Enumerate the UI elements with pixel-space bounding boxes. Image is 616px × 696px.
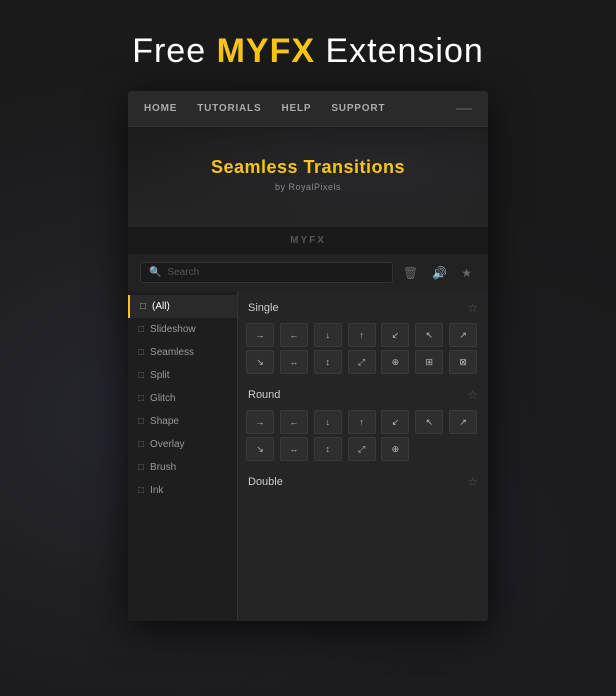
sidebar-item-glitch[interactable]: □ Glitch bbox=[128, 387, 237, 410]
audio-button[interactable]: 🔊 bbox=[428, 264, 451, 282]
delete-button[interactable]: 🗑 bbox=[399, 264, 422, 282]
hero-title: Seamless Transitions bbox=[148, 157, 468, 178]
section-title-round: Round bbox=[248, 389, 280, 401]
nav-dash[interactable]: — bbox=[456, 101, 472, 117]
transition-btn[interactable]: ↖ bbox=[415, 323, 443, 347]
search-icon: 🔍 bbox=[149, 267, 161, 278]
transition-btn[interactable]: ↙ bbox=[381, 323, 409, 347]
folder-icon-ink: □ bbox=[138, 485, 144, 496]
sidebar-item-brush[interactable]: □ Brush bbox=[128, 456, 237, 479]
nav-item-support[interactable]: SUPPORT bbox=[321, 91, 395, 126]
content-area: Single ☆ → ← ↓ ↑ ↙ ↖ ↗ ↘ ↔ ↕ ⤢ ⊕ ⊞ ⊠ bbox=[238, 291, 488, 621]
folder-icon-shape: □ bbox=[138, 416, 144, 427]
transition-btn[interactable]: ↙ bbox=[381, 410, 409, 434]
main-panel: HOME TUTORIALS HELP SUPPORT — Seamless T… bbox=[128, 91, 488, 621]
nav-item-help[interactable]: HELP bbox=[271, 91, 321, 126]
sidebar-label-split: Split bbox=[150, 370, 169, 381]
transition-btn[interactable]: ↔ bbox=[280, 350, 308, 374]
sidebar-item-seamless[interactable]: □ Seamless bbox=[128, 341, 237, 364]
section-header-double: Double ☆ bbox=[246, 475, 480, 489]
transition-grid-round: → ← ↓ ↑ ↙ ↖ ↗ ↘ ↔ ↕ ⤢ ⊕ bbox=[246, 410, 480, 461]
search-box[interactable]: 🔍 Search bbox=[140, 262, 393, 283]
transition-btn[interactable]: ↓ bbox=[314, 323, 342, 347]
hero-subtitle: by RoyalPixels bbox=[148, 182, 468, 192]
sidebar-label-shape: Shape bbox=[150, 416, 179, 427]
transition-btn[interactable]: ↖ bbox=[415, 410, 443, 434]
sidebar-item-overlay[interactable]: □ Overlay bbox=[128, 433, 237, 456]
folder-icon-brush: □ bbox=[138, 462, 144, 473]
page-header: Free MYFX Extension bbox=[0, 0, 616, 91]
brand-name: MYFX bbox=[217, 32, 315, 70]
toolbar: 🔍 Search 🗑 🔊 ★ bbox=[128, 254, 488, 291]
transition-btn[interactable]: ↗ bbox=[449, 410, 477, 434]
section-header-single: Single ☆ bbox=[246, 301, 480, 315]
transition-grid-single-row1: → ← ↓ ↑ ↙ ↖ ↗ ↘ ↔ ↕ ⤢ ⊕ ⊞ ⊠ bbox=[246, 323, 480, 374]
sidebar-label-glitch: Glitch bbox=[150, 393, 176, 404]
nav-item-tutorials[interactable]: TUTORIALS bbox=[187, 91, 271, 126]
transition-btn[interactable]: → bbox=[246, 410, 274, 434]
hero-section: Seamless Transitions by RoyalPixels bbox=[128, 127, 488, 227]
folder-icon-all: □ bbox=[140, 301, 146, 312]
myfx-label: MYFX bbox=[128, 227, 488, 254]
transition-btn[interactable]: ↑ bbox=[348, 410, 376, 434]
transition-btn[interactable]: ⤢ bbox=[348, 350, 376, 374]
section-star-round[interactable]: ☆ bbox=[467, 388, 478, 402]
transition-btn[interactable]: ← bbox=[280, 323, 308, 347]
transition-btn[interactable]: ↕ bbox=[314, 437, 342, 461]
sidebar: □ (All) □ Slideshow □ Seamless □ Split □… bbox=[128, 291, 238, 621]
transition-btn[interactable]: ↕ bbox=[314, 350, 342, 374]
sidebar-label-brush: Brush bbox=[150, 462, 176, 473]
transition-btn[interactable]: ← bbox=[280, 410, 308, 434]
transition-btn[interactable]: ↓ bbox=[314, 410, 342, 434]
sidebar-label-all: (All) bbox=[152, 301, 170, 312]
sidebar-label-overlay: Overlay bbox=[150, 439, 184, 450]
sidebar-item-all[interactable]: □ (All) bbox=[128, 295, 237, 318]
section-star-double[interactable]: ☆ bbox=[467, 475, 478, 489]
sidebar-item-slideshow[interactable]: □ Slideshow bbox=[128, 318, 237, 341]
section-header-round: Round ☆ bbox=[246, 388, 480, 402]
favorites-button[interactable]: ★ bbox=[457, 264, 476, 282]
transition-btn[interactable]: ⊞ bbox=[415, 350, 443, 374]
sidebar-label-ink: Ink bbox=[150, 485, 163, 496]
transition-btn[interactable]: ↗ bbox=[449, 323, 477, 347]
transition-btn[interactable]: ⤢ bbox=[348, 437, 376, 461]
section-title-single: Single bbox=[248, 302, 279, 314]
folder-icon-slideshow: □ bbox=[138, 324, 144, 335]
folder-icon-seamless: □ bbox=[138, 347, 144, 358]
transition-btn[interactable]: → bbox=[246, 323, 274, 347]
title-suffix: Extension bbox=[315, 32, 484, 70]
transition-btn[interactable]: ↑ bbox=[348, 323, 376, 347]
page-title: Free MYFX Extension bbox=[20, 32, 596, 71]
transition-btn[interactable]: ↘ bbox=[246, 350, 274, 374]
main-content: □ (All) □ Slideshow □ Seamless □ Split □… bbox=[128, 291, 488, 621]
folder-icon-glitch: □ bbox=[138, 393, 144, 404]
folder-icon-overlay: □ bbox=[138, 439, 144, 450]
section-star-single[interactable]: ☆ bbox=[467, 301, 478, 315]
sidebar-label-seamless: Seamless bbox=[150, 347, 194, 358]
sidebar-item-ink[interactable]: □ Ink bbox=[128, 479, 237, 502]
transition-btn[interactable]: ⊕ bbox=[381, 350, 409, 374]
sidebar-item-shape[interactable]: □ Shape bbox=[128, 410, 237, 433]
title-prefix: Free bbox=[132, 32, 216, 70]
transition-btn[interactable]: ⊠ bbox=[449, 350, 477, 374]
nav-item-home[interactable]: HOME bbox=[144, 91, 187, 126]
search-placeholder: Search bbox=[167, 267, 199, 278]
sidebar-label-slideshow: Slideshow bbox=[150, 324, 196, 335]
transition-btn[interactable]: ⊕ bbox=[381, 437, 409, 461]
nav-bar: HOME TUTORIALS HELP SUPPORT — bbox=[128, 91, 488, 127]
folder-icon-split: □ bbox=[138, 370, 144, 381]
section-title-double: Double bbox=[248, 476, 283, 488]
transition-btn[interactable]: ↔ bbox=[280, 437, 308, 461]
transition-btn[interactable]: ↘ bbox=[246, 437, 274, 461]
sidebar-item-split[interactable]: □ Split bbox=[128, 364, 237, 387]
